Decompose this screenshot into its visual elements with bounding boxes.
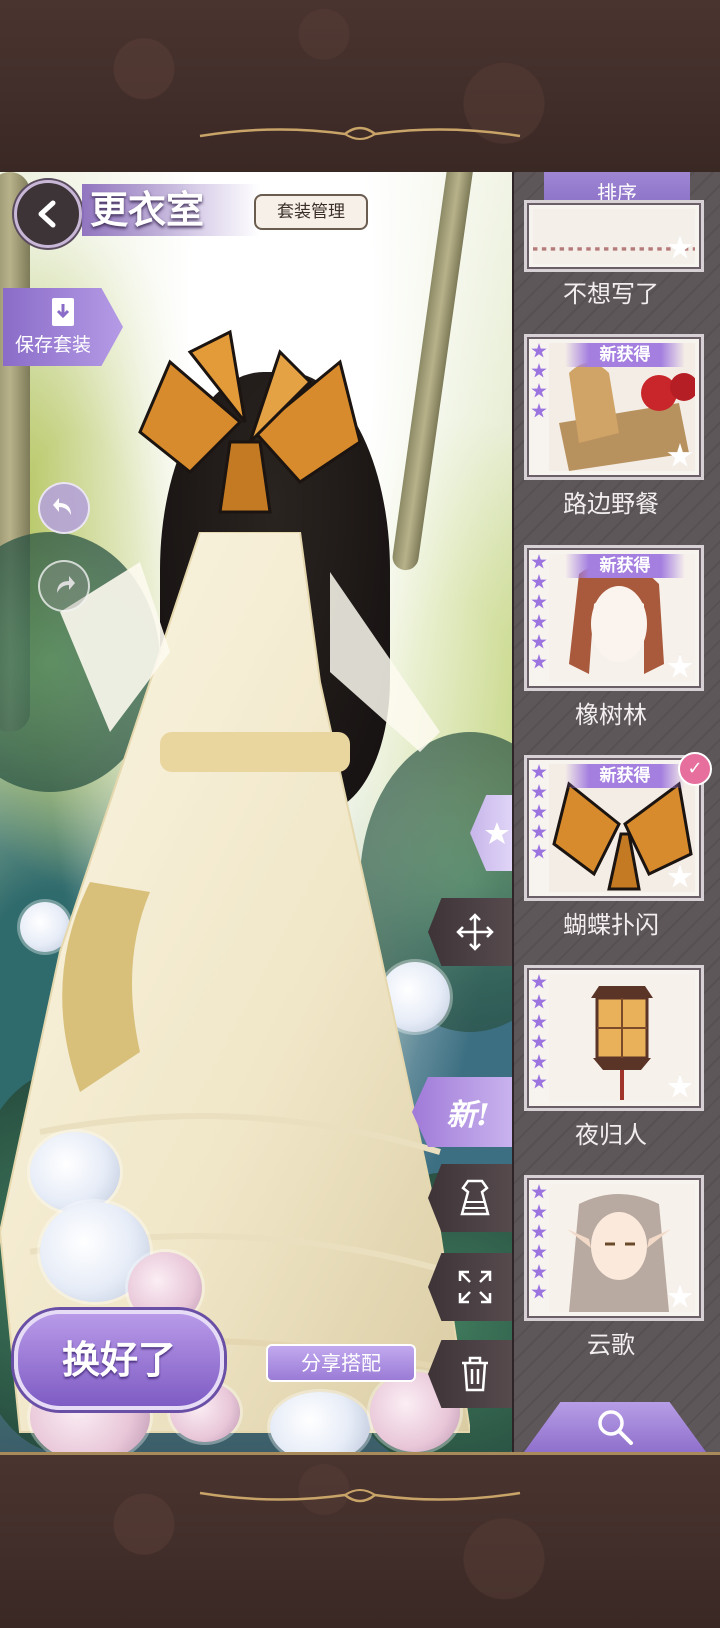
- page-title: 更衣室: [82, 184, 260, 236]
- item-name: 不想写了: [563, 280, 659, 308]
- delete-button[interactable]: [428, 1340, 512, 1408]
- redo-button[interactable]: [38, 560, 90, 612]
- rarity-stars: [531, 974, 549, 1094]
- item-name: 云歌: [587, 1331, 635, 1359]
- trash-icon: [462, 1356, 488, 1392]
- suit-manage-button[interactable]: 套装管理: [254, 194, 368, 230]
- dress-icon: [460, 1179, 490, 1216]
- share-outfit-button[interactable]: 分享搭配: [266, 1344, 416, 1382]
- frame-ornament-top: [199, 126, 521, 140]
- item-card[interactable]: 新获得: [524, 545, 704, 691]
- rarity-stars: [531, 343, 549, 423]
- item-card[interactable]: 新获得: [524, 334, 704, 480]
- top-frame: [0, 0, 720, 175]
- new-tag: 新获得: [565, 343, 685, 367]
- fullscreen-button[interactable]: [428, 1253, 512, 1321]
- item-name: 橡树林: [575, 701, 647, 729]
- done-button[interactable]: 换好了: [14, 1310, 224, 1410]
- rarity-stars: [531, 764, 549, 864]
- redo-icon: [57, 576, 75, 593]
- item-art-lantern: [549, 974, 695, 1102]
- checkmark-icon: ✓: [678, 752, 712, 786]
- rarity-stars: [531, 1184, 549, 1304]
- item-name: 蝴蝶扑闪: [563, 911, 659, 939]
- back-button[interactable]: [14, 180, 82, 248]
- item-name: 夜归人: [575, 1121, 647, 1149]
- undo-icon: [53, 498, 71, 515]
- wardrobe-button[interactable]: [428, 1164, 512, 1232]
- chevron-left-icon: [38, 200, 56, 228]
- save-suit-button[interactable]: 保存套装: [3, 288, 123, 366]
- move-button[interactable]: [428, 898, 512, 966]
- expand-icon: [458, 1270, 492, 1304]
- rarity-stars: [531, 554, 549, 674]
- move-arrows-icon: [456, 913, 494, 951]
- butterfly-headpiece: [138, 329, 362, 514]
- save-suit-icon: [52, 298, 74, 326]
- frame-ornament-bottom: [199, 1489, 521, 1503]
- item-name: 路边野餐: [563, 490, 659, 518]
- undo-button[interactable]: [38, 482, 90, 534]
- new-items-button[interactable]: 新!: [412, 1077, 512, 1147]
- hydrangea-flower: [30, 1132, 120, 1212]
- item-card[interactable]: [524, 965, 704, 1111]
- star-icon: [485, 822, 509, 844]
- magnifier-icon: [598, 1410, 633, 1445]
- new-tag: 新获得: [565, 764, 685, 788]
- item-card[interactable]: [524, 1175, 704, 1321]
- item-card[interactable]: [524, 200, 704, 272]
- tree-trunk: [390, 172, 476, 572]
- save-suit-label: 保存套装: [14, 334, 91, 356]
- bottom-frame: [0, 1452, 720, 1628]
- item-card-selected[interactable]: 新获得: [524, 755, 704, 901]
- new-tag: 新获得: [565, 554, 685, 578]
- item-art-lace-fabric: [533, 209, 695, 265]
- item-art-elf-portrait: [549, 1184, 695, 1312]
